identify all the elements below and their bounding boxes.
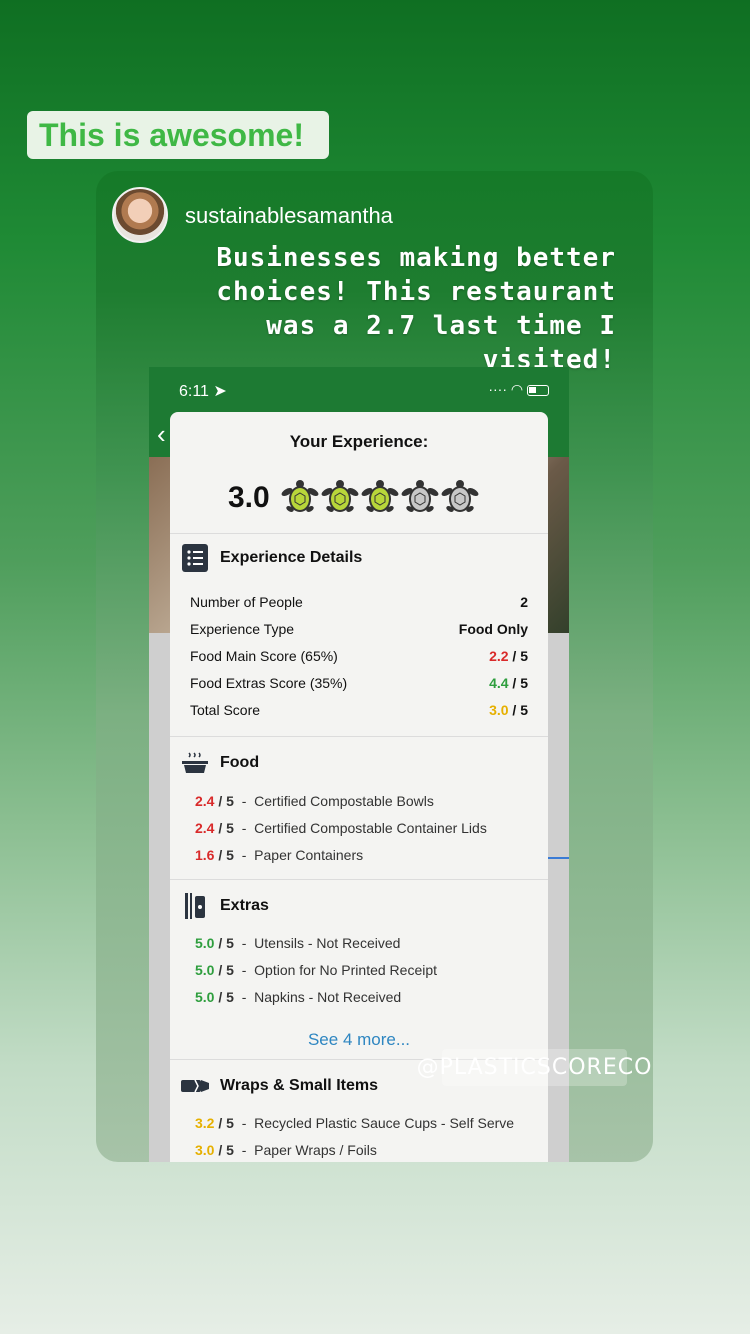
item-label: - Paper Wraps / Foils	[233, 1142, 377, 1158]
utensils-icon	[180, 891, 210, 921]
turtle-icon	[360, 478, 400, 518]
item-label: - Certified Compostable Bowls	[233, 793, 434, 809]
details-title: Experience Details	[220, 549, 363, 566]
detail-value: 2	[520, 594, 528, 610]
time-label: 6:11	[179, 383, 209, 400]
score-item: 5.0 / 5 - Option for No Printed Receipt	[195, 962, 437, 978]
detail-row: Food Extras Score (35%) 4.4 / 5	[190, 675, 528, 691]
item-score: 5.0 / 5	[195, 962, 234, 978]
extras-title: Extras	[220, 897, 269, 914]
detail-row: Number of People 2	[190, 594, 528, 610]
item-label: - Paper Containers	[233, 847, 364, 863]
item-label: - Certified Compostable Container Lids	[233, 820, 487, 836]
battery-icon	[527, 384, 549, 396]
extras-header: Extras	[180, 891, 269, 921]
food-container-icon	[180, 748, 210, 778]
score-item: 5.0 / 5 - Utensils - Not Received	[195, 935, 400, 951]
score-item: 5.0 / 5 - Napkins - Not Received	[195, 989, 401, 1005]
see-more-link[interactable]: See 4 more...	[170, 1030, 548, 1050]
detail-label: Total Score	[190, 702, 261, 718]
item-score: 2.4 / 5	[195, 820, 234, 836]
list-icon	[180, 543, 210, 573]
turtle-rating	[280, 478, 480, 518]
avatar[interactable]	[112, 187, 168, 243]
detail-value: 4.4 / 5	[489, 675, 528, 691]
story-caption: This is awesome!	[27, 111, 329, 159]
item-score: 5.0 / 5	[195, 935, 234, 951]
divider	[170, 879, 548, 880]
detail-label: Food Main Score (65%)	[190, 648, 338, 664]
item-label: - Recycled Plastic Sauce Cups - Self Ser…	[233, 1115, 515, 1131]
item-label: - Option for No Printed Receipt	[233, 962, 438, 978]
post-text: Businesses making better choices! This r…	[216, 243, 616, 375]
detail-value: 3.0 / 5	[489, 702, 528, 718]
score-item: 1.6 / 5 - Paper Containers	[195, 847, 363, 863]
watermark: @PLASTICSCORECO	[417, 1049, 651, 1086]
divider	[170, 533, 548, 534]
turtle-icon	[320, 478, 360, 518]
score-item: 3.0 / 5 - Paper Wraps / Foils	[195, 1142, 377, 1158]
detail-value: 2.2 / 5	[489, 648, 528, 664]
wraps-header: Wraps & Small Items	[180, 1071, 378, 1101]
story-card: sustainablesamantha Businesses making be…	[96, 171, 653, 1162]
status-icons: ···· ◠	[488, 381, 549, 398]
item-score: 3.2 / 5	[195, 1115, 234, 1131]
item-score: 3.0 / 5	[195, 1142, 234, 1158]
divider	[170, 736, 548, 737]
item-score: 5.0 / 5	[195, 989, 234, 1005]
app-screenshot: 6:11 ➤ ···· ◠ ‹ Your Experience: 3.0 Exp…	[149, 367, 569, 1162]
detail-value: Food Only	[458, 621, 528, 637]
wrap-icon	[180, 1071, 210, 1101]
detail-row: Total Score 3.0 / 5	[190, 702, 528, 718]
experience-title: Your Experience:	[289, 432, 429, 451]
score-item: 2.4 / 5 - Certified Compostable Bowls	[195, 793, 434, 809]
food-header: Food	[180, 748, 259, 778]
details-header: Experience Details	[180, 543, 362, 573]
score-item: 2.4 / 5 - Certified Compostable Containe…	[195, 820, 487, 836]
signal-icon: ····	[488, 381, 507, 397]
detail-label: Food Extras Score (35%)	[190, 675, 348, 691]
tab-indicator	[545, 857, 569, 859]
location-arrow-icon: ➤	[213, 383, 227, 400]
back-icon[interactable]: ‹	[157, 419, 166, 450]
detail-row: Food Main Score (65%) 2.2 / 5	[190, 648, 528, 664]
turtle-icon	[280, 478, 320, 518]
username[interactable]: sustainablesamantha	[185, 203, 393, 229]
item-score: 1.6 / 5	[195, 847, 234, 863]
detail-row: Experience Type Food Only	[190, 621, 528, 637]
item-label: - Napkins - Not Received	[233, 989, 402, 1005]
detail-label: Experience Type	[190, 621, 295, 637]
detail-label: Number of People	[190, 594, 303, 610]
turtle-icon	[400, 478, 440, 518]
score-row: 3.0	[228, 478, 480, 518]
item-label: - Utensils - Not Received	[233, 935, 401, 951]
total-score: 3.0	[228, 481, 270, 514]
food-title: Food	[220, 754, 260, 771]
wifi-icon: ◠	[510, 381, 524, 397]
turtle-icon	[440, 478, 480, 518]
wraps-title: Wraps & Small Items	[220, 1077, 378, 1094]
item-score: 2.4 / 5	[195, 793, 234, 809]
score-item: 3.2 / 5 - Recycled Plastic Sauce Cups - …	[195, 1115, 514, 1131]
status-time: 6:11 ➤	[179, 381, 227, 401]
